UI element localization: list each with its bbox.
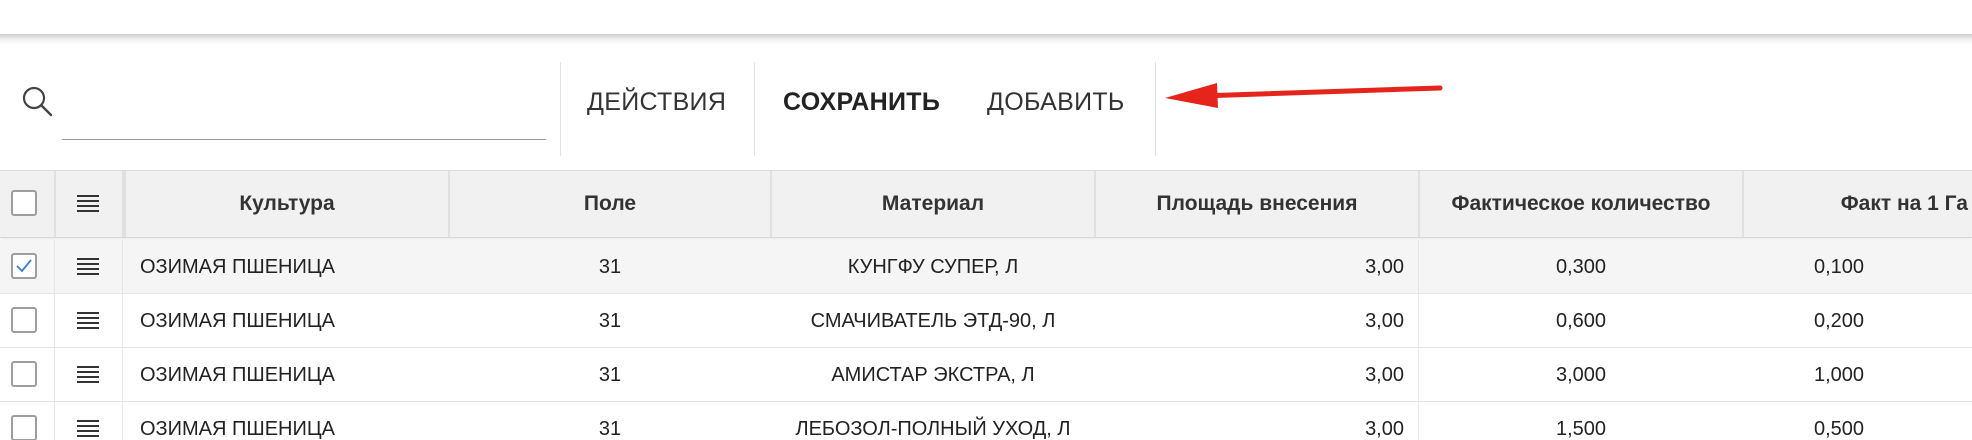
row-checkbox[interactable]	[11, 415, 37, 440]
row-menu-icon[interactable]	[77, 366, 99, 384]
row-menu-icon[interactable]	[77, 420, 99, 438]
row-menu-icon[interactable]	[77, 258, 99, 276]
cell-area: 3,00	[1365, 310, 1404, 332]
column-divider	[122, 348, 123, 402]
row-menu-icon[interactable]	[77, 312, 99, 330]
column-menu-icon[interactable]	[77, 195, 99, 213]
cell-field: 31	[598, 256, 622, 278]
column-divider	[122, 240, 123, 294]
toolbar-separator	[754, 62, 755, 156]
data-grid: Культура Поле Материал Площадь внесения …	[0, 170, 1972, 440]
table-row[interactable]: ОЗИМАЯ ПШЕНИЦА 31 КУНГФУ СУПЕР, Л 3,00 0,300…	[0, 240, 1972, 294]
header-separator	[54, 171, 56, 237]
cell-per-ha: 0,100	[1813, 256, 1865, 278]
toolbar-separator	[1155, 62, 1156, 156]
column-divider	[54, 294, 55, 348]
cell-material: ЛЕБОЗОЛ-ПОЛНЫЙ УХОД, Л	[795, 418, 1071, 440]
row-checkbox[interactable]	[11, 361, 37, 387]
column-divider	[1418, 348, 1419, 402]
cell-actual-qty: 0,600	[1555, 310, 1607, 332]
top-divider	[0, 34, 1972, 44]
cell-actual-qty: 0,300	[1555, 256, 1607, 278]
cell-per-ha: 1,000	[1813, 364, 1865, 386]
top-strip	[0, 0, 1972, 50]
grid-header: Культура Поле Материал Площадь внесения …	[0, 170, 1972, 238]
add-button[interactable]: ДОБАВИТЬ	[987, 82, 1125, 122]
cell-field: 31	[598, 364, 622, 386]
search-input[interactable]	[62, 80, 546, 140]
toolbar-separator	[560, 62, 561, 156]
column-divider	[54, 240, 55, 294]
column-divider	[122, 402, 123, 440]
column-divider	[1418, 240, 1419, 294]
column-divider	[54, 402, 55, 440]
table-row[interactable]: ОЗИМАЯ ПШЕНИЦА 31 АМИСТАР ЭКСТРА, Л 3,00 3,0…	[0, 348, 1972, 402]
search-icon[interactable]	[20, 84, 54, 118]
cell-field: 31	[598, 418, 622, 440]
cell-area: 3,00	[1365, 418, 1404, 440]
row-checkbox[interactable]	[11, 307, 37, 333]
column-divider	[122, 294, 123, 348]
column-header-per-ha[interactable]: Факт на 1 Га	[1744, 171, 1972, 237]
cell-per-ha: 0,200	[1813, 310, 1865, 332]
cell-material: СМАЧИВАТЕЛЬ ЭТД-90, Л	[810, 310, 1056, 332]
cell-actual-qty: 1,500	[1555, 418, 1607, 440]
column-header-material[interactable]: Материал	[772, 171, 1094, 237]
table-row[interactable]: ОЗИМАЯ ПШЕНИЦА 31 СМАЧИВАТЕЛЬ ЭТД-90, Л 3,0…	[0, 294, 1972, 348]
check-icon	[16, 259, 32, 273]
cell-field: 31	[598, 310, 622, 332]
column-divider	[1418, 402, 1419, 440]
actions-button[interactable]: ДЕЙСТВИЯ	[587, 82, 726, 122]
select-all-checkbox[interactable]	[11, 190, 37, 216]
column-header-actual-qty[interactable]: Фактическое количество	[1420, 171, 1742, 237]
column-divider	[1418, 294, 1419, 348]
cell-material: КУНГФУ СУПЕР, Л	[847, 256, 1019, 278]
cell-culture: ОЗИМАЯ ПШЕНИЦА	[140, 418, 336, 440]
column-divider	[54, 348, 55, 402]
column-header-culture[interactable]: Культура	[126, 171, 448, 237]
save-button[interactable]: СОХРАНИТЬ	[783, 82, 940, 122]
table-row[interactable]: ОЗИМАЯ ПШЕНИЦА 31 ЛЕБОЗОЛ-ПОЛНЫЙ УХОД, Л 3,…	[0, 402, 1972, 440]
cell-per-ha: 0,500	[1813, 418, 1865, 440]
cell-culture: ОЗИМАЯ ПШЕНИЦА	[140, 256, 336, 278]
column-header-field[interactable]: Поле	[450, 171, 770, 237]
cell-culture: ОЗИМАЯ ПШЕНИЦА	[140, 364, 336, 386]
cell-material: АМИСТАР ЭКСТРА, Л	[831, 364, 1035, 386]
cell-area: 3,00	[1365, 256, 1404, 278]
cell-area: 3,00	[1365, 364, 1404, 386]
cell-actual-qty: 3,000	[1555, 364, 1607, 386]
column-header-area[interactable]: Площадь внесения	[1096, 171, 1418, 237]
row-checkbox[interactable]	[11, 253, 37, 279]
cell-culture: ОЗИМАЯ ПШЕНИЦА	[140, 310, 336, 332]
